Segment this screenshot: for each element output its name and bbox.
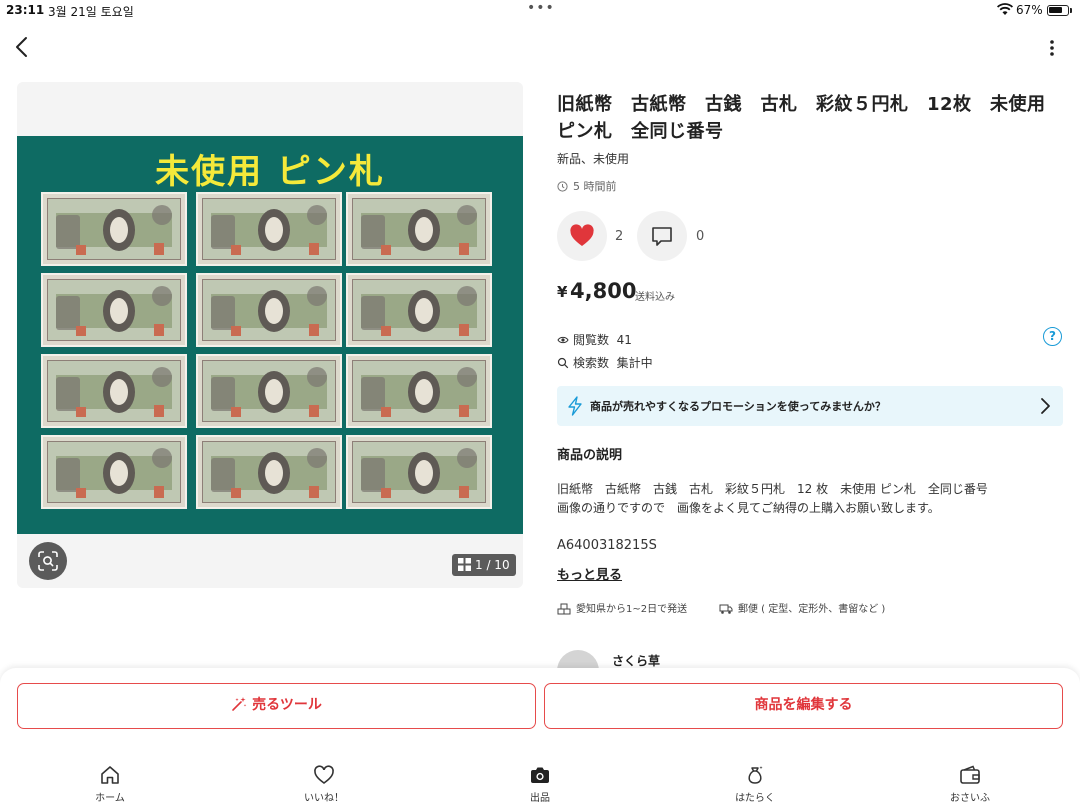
banknote <box>346 273 492 347</box>
shipping-included: 送料込み <box>635 292 675 303</box>
eye-icon <box>557 336 569 344</box>
banknote <box>346 354 492 428</box>
money-bag-icon <box>748 766 763 784</box>
battery-icon <box>1047 5 1069 16</box>
banknote <box>41 435 187 509</box>
banknote <box>41 273 187 347</box>
sell-tool-label: 売るツール <box>252 697 322 713</box>
grid-icon <box>458 558 471 571</box>
tab-home[interactable]: ホーム <box>65 764 155 804</box>
edit-item-button[interactable]: 商品を編集する <box>544 683 1063 729</box>
magic-wand-icon <box>232 697 247 711</box>
more-vertical-icon[interactable] <box>1042 36 1062 60</box>
multitask-dots-icon[interactable]: ••• <box>527 0 555 16</box>
tab-bar: ホーム いいね！ 出品 はたらく おさいふ <box>0 754 1080 810</box>
description-line-2: 画像の通りですので 画像をよく見てご納得の上購入お願い致します。 <box>557 501 940 515</box>
tab-label: はたらく <box>735 793 775 804</box>
shipping-method: 郵便 ( 定型、定形外、書留など ) <box>719 600 885 615</box>
back-chevron-icon[interactable] <box>10 34 34 60</box>
bottom-action-sheet: 売るツール 商品を編集する ホーム いいね！ 出品 はたらく おさいふ <box>0 668 1080 810</box>
like-count: 2 <box>615 229 624 244</box>
page-indicator-text: 1 / 10 <box>475 558 510 572</box>
views-value: 41 <box>616 333 632 347</box>
tab-label: ホーム <box>95 793 125 804</box>
tab-camera[interactable]: 出品 <box>495 764 585 804</box>
views-row: 閲覧数 41 <box>557 331 632 348</box>
search-icon <box>557 357 569 369</box>
comment-button[interactable] <box>637 211 687 261</box>
status-bar: 23:11 3월 21일 토요일 ••• 67% <box>0 0 1080 22</box>
banknote <box>41 354 187 428</box>
banknote <box>196 435 342 509</box>
boxes-icon <box>557 603 571 615</box>
heart-filled-icon <box>570 224 594 246</box>
description-line-1: 旧紙幣 古紙幣 古銭 古札 彩紋５円札 12 枚 未使用 ピン札 全同じ番号 <box>557 482 988 496</box>
posted-time-text: 5 時間前 <box>573 180 617 193</box>
search-count-value: 集計中 <box>616 356 653 370</box>
banknotes-grid <box>41 192 497 512</box>
item-title: 旧紙幣 古紙幣 古銭 古札 彩紋５円札 12枚 未使用 ピン札 全同じ番号 <box>557 94 1065 142</box>
camera-icon <box>531 767 549 783</box>
banknote <box>196 192 342 266</box>
home-icon <box>101 766 119 784</box>
price-currency: ¥ <box>557 283 568 301</box>
lens-scan-icon <box>38 551 58 571</box>
status-date: 3월 21일 토요일 <box>48 5 134 19</box>
truck-icon <box>719 604 733 614</box>
photo-overlay-text: 未使用 ピン札 <box>155 152 385 192</box>
promotion-text: 商品が売れやすくなるプロモーションを使ってみませんか？ <box>590 400 886 413</box>
battery-tip <box>1070 8 1072 13</box>
sell-tool-button[interactable]: 売るツール <box>17 683 536 729</box>
search-count-label: 検索数 <box>573 356 610 370</box>
banknote <box>196 273 342 347</box>
battery-percent: 67% <box>1016 3 1043 17</box>
item-condition: 新品、未使用 <box>557 152 630 166</box>
item-price: 4,800 <box>570 279 637 303</box>
comment-count: 0 <box>696 229 705 244</box>
item-photo[interactable]: 未使用 ピン札 <box>17 136 523 534</box>
clock-icon <box>557 181 568 192</box>
status-time: 23:11 <box>6 3 45 17</box>
promotion-banner[interactable]: 商品が売れやすくなるプロモーションを使ってみませんか？ <box>557 386 1063 426</box>
banknote <box>346 435 492 509</box>
seller-name[interactable]: さくら草 <box>612 652 660 669</box>
description-heading: 商品の説明 <box>557 448 623 463</box>
chevron-right-icon <box>1041 398 1050 414</box>
like-button[interactable] <box>557 211 607 261</box>
wifi-icon <box>996 3 1014 15</box>
wallet-icon <box>960 765 980 784</box>
item-photo-card[interactable]: 未使用 ピン札 1 / 10 <box>17 82 523 588</box>
shipping-origin-text: 愛知県から1~2日で発送 <box>576 604 688 615</box>
photo-page-indicator: 1 / 10 <box>452 554 516 576</box>
item-code: A6400318215S <box>557 538 657 553</box>
image-search-button[interactable] <box>29 542 67 580</box>
posted-time: 5 時間前 <box>557 178 617 194</box>
see-more-link[interactable]: もっと見る <box>557 564 622 583</box>
shipping-method-text: 郵便 ( 定型、定形外、書留など ) <box>738 604 886 615</box>
tab-money-bag[interactable]: はたらく <box>710 764 800 804</box>
heart-outline-icon <box>314 765 334 784</box>
edit-item-label: 商品を編集する <box>754 697 853 713</box>
lightning-icon <box>568 396 582 416</box>
tab-label: 出品 <box>530 793 550 804</box>
tab-wallet[interactable]: おさいふ <box>925 764 1015 804</box>
search-count-row: 検索数 集計中 <box>557 354 653 371</box>
tab-label: いいね！ <box>304 793 344 804</box>
shipping-origin: 愛知県から1~2日で発送 <box>557 600 687 615</box>
tab-heart-outline[interactable]: いいね！ <box>279 764 369 804</box>
banknote <box>346 192 492 266</box>
tab-label: おさいふ <box>950 793 990 804</box>
views-label: 閲覧数 <box>573 333 610 347</box>
comment-icon <box>652 227 672 246</box>
help-icon[interactable]: ? <box>1043 327 1062 346</box>
banknote <box>41 192 187 266</box>
banknote <box>196 354 342 428</box>
